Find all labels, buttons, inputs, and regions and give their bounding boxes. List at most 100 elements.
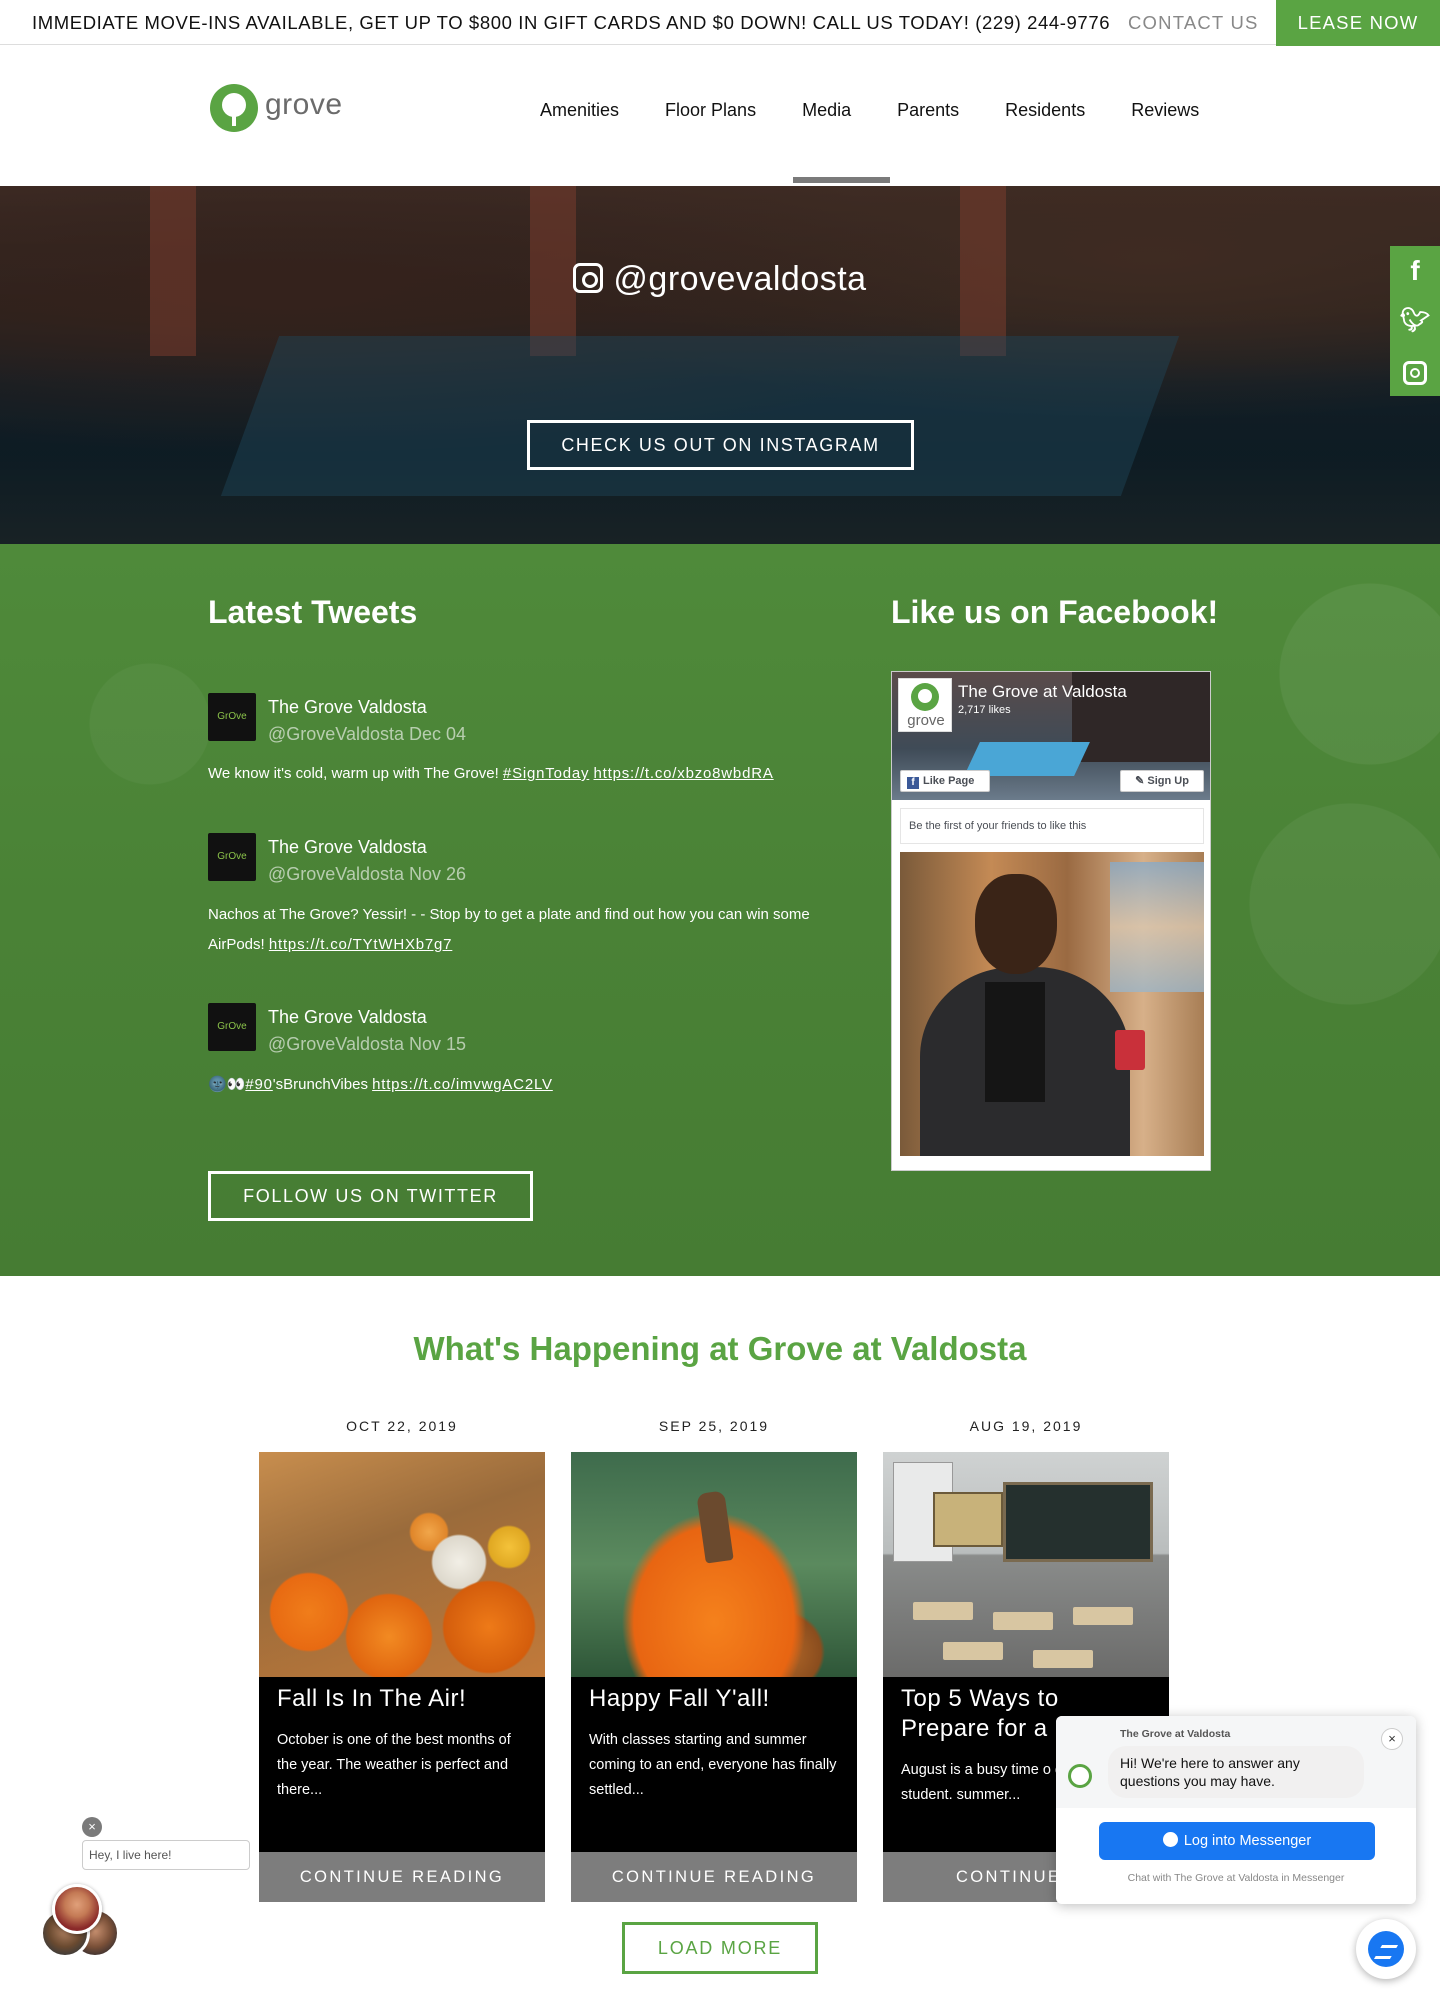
lease-now-button[interactable]: LEASE NOW [1276, 0, 1440, 46]
photo-cup [1115, 1030, 1145, 1070]
site-header: grove Amenities Floor Plans Media Parent… [0, 46, 1440, 186]
nav-media[interactable]: Media [802, 100, 851, 130]
pumpkins-image[interactable] [259, 1452, 545, 1677]
messenger-greeting: Hi! We're here to answer any questions y… [1108, 1746, 1364, 1798]
facebook-page-widget: grove The Grove at Valdosta 2,717 likes … [891, 671, 1211, 1171]
continue-reading-button[interactable]: CONTINUE READING [259, 1852, 545, 1902]
tweet-author[interactable]: The Grove Valdosta [268, 1007, 427, 1028]
messenger-close-icon[interactable]: × [1381, 1728, 1403, 1750]
tweet-avatar[interactable]: GrOve [208, 693, 256, 741]
instagram-hero: @grovevaldosta CHECK US OUT ON INSTAGRAM [0, 186, 1440, 544]
sign-up-button[interactable]: ✎ Sign Up [1120, 770, 1204, 792]
messenger-launcher[interactable] [1356, 1919, 1416, 1979]
resident-avatar[interactable] [52, 1884, 102, 1934]
classroom-desk [1033, 1650, 1093, 1668]
tweet-text: 🌚👀#90'sBrunchVibes https://t.co/imvwgAC2… [208, 1070, 828, 1100]
tweet-hashtag[interactable]: #SignToday [503, 765, 589, 782]
blog-card[interactable]: Fall Is In The Air! October is one of th… [259, 1452, 545, 1902]
tweet-link[interactable]: https://t.co/TYtWHXb7g7 [269, 936, 452, 953]
nav-parents[interactable]: Parents [897, 100, 959, 130]
twitter-icon[interactable]: 🐦︎ [1390, 296, 1440, 346]
grove-logo-icon [1068, 1764, 1092, 1788]
promo-text: IMMEDIATE MOVE-INS AVAILABLE, GET UP TO … [32, 12, 1111, 33]
pool-water [220, 336, 1180, 496]
facebook-icon: f [907, 777, 919, 789]
latest-tweets-title: Latest Tweets [208, 594, 418, 630]
logo-wordmark: grove [265, 88, 343, 121]
classroom-desk [913, 1602, 973, 1620]
tweet-handle-date: @GroveValdosta Dec 04 [268, 724, 467, 744]
card-excerpt: October is one of the best months of the… [277, 1732, 511, 1798]
tweet-author[interactable]: The Grove Valdosta [268, 697, 427, 718]
tweet-body: We know it's cold, warm up with The Grov… [208, 765, 503, 782]
tweet-emoji: 🌚👀 [208, 1076, 246, 1093]
messenger-footer: Chat with The Grove at Valdosta in Messe… [1127, 1872, 1345, 1884]
main-nav: Amenities Floor Plans Media Parents Resi… [540, 100, 1245, 130]
messenger-icon [1162, 1832, 1178, 1847]
classroom-blackboard [1003, 1482, 1153, 1562]
classroom-map [933, 1492, 1003, 1547]
log-into-messenger-button[interactable]: Log into Messenger [1099, 1822, 1375, 1860]
tweet-text: We know it's cold, warm up with The Grov… [208, 759, 828, 789]
card-title[interactable]: Happy Fall Y'all! [589, 1684, 839, 1714]
photo-shelf [1110, 862, 1204, 992]
instagram-handle-text: @grovevaldosta [613, 260, 867, 298]
like-page-button[interactable]: f Like Page [900, 770, 990, 792]
grove-logo[interactable]: grove [210, 84, 343, 136]
follow-twitter-button[interactable]: FOLLOW US ON TWITTER [208, 1171, 533, 1221]
messenger-popup: The Grove at Valdosta × Hi! We're here t… [1056, 1716, 1416, 1904]
instagram-icon [573, 263, 604, 293]
pumpkin-stem [696, 1490, 734, 1564]
live-widget-bubble[interactable]: Hey, I live here! [82, 1840, 250, 1870]
tweet-body: 'sBrunchVibes [272, 1076, 373, 1093]
classroom-desk [1073, 1607, 1133, 1625]
happening-title: What's Happening at Grove at Valdosta [413, 1330, 1027, 1367]
sign-up-label: Sign Up [1147, 775, 1189, 787]
announcement-bar: IMMEDIATE MOVE-INS AVAILABLE, GET UP TO … [0, 0, 1440, 46]
instagram-button[interactable]: CHECK US OUT ON INSTAGRAM [527, 420, 914, 470]
instagram-icon[interactable] [1390, 346, 1440, 396]
tweet-author[interactable]: The Grove Valdosta [268, 837, 427, 858]
nav-floor-plans[interactable]: Floor Plans [665, 100, 756, 130]
like-page-label: Like Page [923, 775, 975, 787]
post-date: AUG 19, 2019 [969, 1418, 1083, 1434]
login-label: Log into Messenger [1183, 1833, 1312, 1849]
tweet-avatar[interactable]: GrOve [208, 1003, 256, 1051]
tweet-link[interactable]: https://t.co/xbzo8wbdRA [594, 765, 774, 782]
classroom-image[interactable] [883, 1452, 1169, 1677]
messenger-page-name: The Grove at Valdosta [1120, 1728, 1231, 1740]
facebook-title: Like us on Facebook! [891, 594, 1219, 630]
card-title[interactable]: Fall Is In The Air! [277, 1684, 527, 1714]
active-nav-indicator [793, 177, 890, 183]
card-excerpt: With classes starting and summer coming … [589, 1732, 837, 1798]
facebook-page-logo[interactable]: grove [898, 678, 952, 732]
social-feeds-section: Latest Tweets GrOve The Grove Valdosta @… [0, 544, 1440, 1276]
tweet-avatar[interactable]: GrOve [208, 833, 256, 881]
live-widget-close-icon[interactable]: × [82, 1817, 102, 1837]
page-logo-word: grove [907, 712, 945, 729]
blog-card[interactable]: Happy Fall Y'all! With classes starting … [571, 1452, 857, 1902]
nav-reviews[interactable]: Reviews [1131, 100, 1199, 130]
facebook-post-photo[interactable] [900, 852, 1204, 1156]
nav-amenities[interactable]: Amenities [540, 100, 619, 130]
pencil-icon: ✎ [1135, 775, 1148, 787]
classroom-desk [993, 1612, 1053, 1630]
classroom-desk [943, 1642, 1003, 1660]
facebook-likes-count: 2,717 likes [958, 704, 1011, 716]
tweet-text: Nachos at The Grove? Yessir! - - Stop by… [208, 900, 828, 960]
nav-residents[interactable]: Residents [1005, 100, 1085, 130]
social-sidebar: f 🐦︎ [1390, 246, 1440, 396]
instagram-handle[interactable]: @grovevaldosta [0, 260, 1440, 299]
load-more-button[interactable]: LOAD MORE [622, 1922, 818, 1974]
continue-reading-button[interactable]: CONTINUE READING [571, 1852, 857, 1902]
photo-person-shirt [985, 982, 1045, 1102]
facebook-friends-text: Be the first of your friends to like thi… [900, 808, 1204, 844]
tweet-hashtag[interactable]: #90 [245, 1076, 272, 1093]
tweet-link[interactable]: https://t.co/imvwgAC2LV [372, 1076, 553, 1093]
grove-logo-icon [210, 84, 258, 132]
facebook-page-name[interactable]: The Grove at Valdosta [958, 682, 1127, 702]
tweet-handle-date: @GroveValdosta Nov 26 [268, 864, 467, 884]
contact-us-link[interactable]: CONTACT US [1128, 12, 1259, 34]
facebook-icon[interactable]: f [1390, 246, 1440, 296]
pumpkin-image[interactable] [571, 1452, 857, 1677]
